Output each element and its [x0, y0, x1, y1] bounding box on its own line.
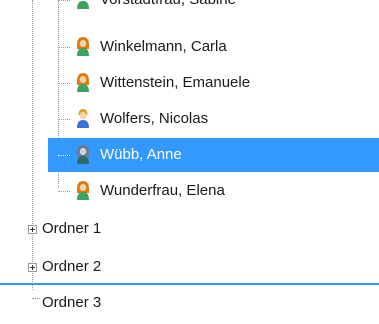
tree-item-label: Vorstadtfrau, Sabine: [100, 0, 236, 9]
expand-plus-icon[interactable]: [28, 225, 37, 234]
tree-connector: [58, 191, 70, 192]
tree-item-partial[interactable]: Vorstadtfrau, Sabine: [0, 0, 379, 17]
drop-indicator: [0, 283, 379, 285]
female-user-icon: [76, 181, 90, 201]
female-user-icon: [76, 73, 90, 93]
male-user-icon: [76, 109, 90, 129]
tree-item-person[interactable]: Winkelmann, Carla: [0, 30, 379, 64]
tree-item-label: Winkelmann, Carla: [100, 38, 227, 55]
tree-item-label: Wolfers, Nicolas: [100, 110, 209, 127]
tree-item-label: Wübb, Anne: [100, 146, 182, 163]
tree-folder-label: Ordner 1: [42, 220, 102, 237]
tree-item-person[interactable]: Wunderfrau, Elena: [0, 174, 379, 208]
tree-item-label: Wunderfrau, Elena: [100, 182, 225, 199]
tree-folder-label: Ordner 2: [42, 258, 102, 275]
tree-item-person-selected[interactable]: Wübb, Anne: [0, 138, 379, 172]
female-user-icon: [76, 145, 90, 165]
tree-view[interactable]: Vorstadtfrau, Sabine Winkelmann, Carla W…: [0, 0, 379, 324]
tree-folder-ordner-1[interactable]: Ordner 1: [0, 212, 379, 246]
tree-folder-label: Ordner 3: [42, 294, 102, 311]
tree-connector: [58, 47, 70, 48]
tree-connector: [32, 298, 40, 299]
female-user-icon: [76, 0, 90, 10]
tree-item-label: Wittenstein, Emanuele: [100, 74, 251, 91]
expand-plus-icon[interactable]: [28, 263, 37, 272]
tree-folder-ordner-2[interactable]: Ordner 2: [0, 250, 379, 284]
tree-item-person[interactable]: Wittenstein, Emanuele: [0, 66, 379, 100]
tree-folder-ordner-3[interactable]: Ordner 3: [0, 286, 379, 320]
tree-connector: [58, 119, 70, 120]
tree-connector: [58, 83, 70, 84]
tree-connector: [58, 0, 70, 1]
tree-item-person[interactable]: Wolfers, Nicolas: [0, 102, 379, 136]
tree-connector: [58, 155, 70, 156]
female-user-icon: [76, 37, 90, 57]
